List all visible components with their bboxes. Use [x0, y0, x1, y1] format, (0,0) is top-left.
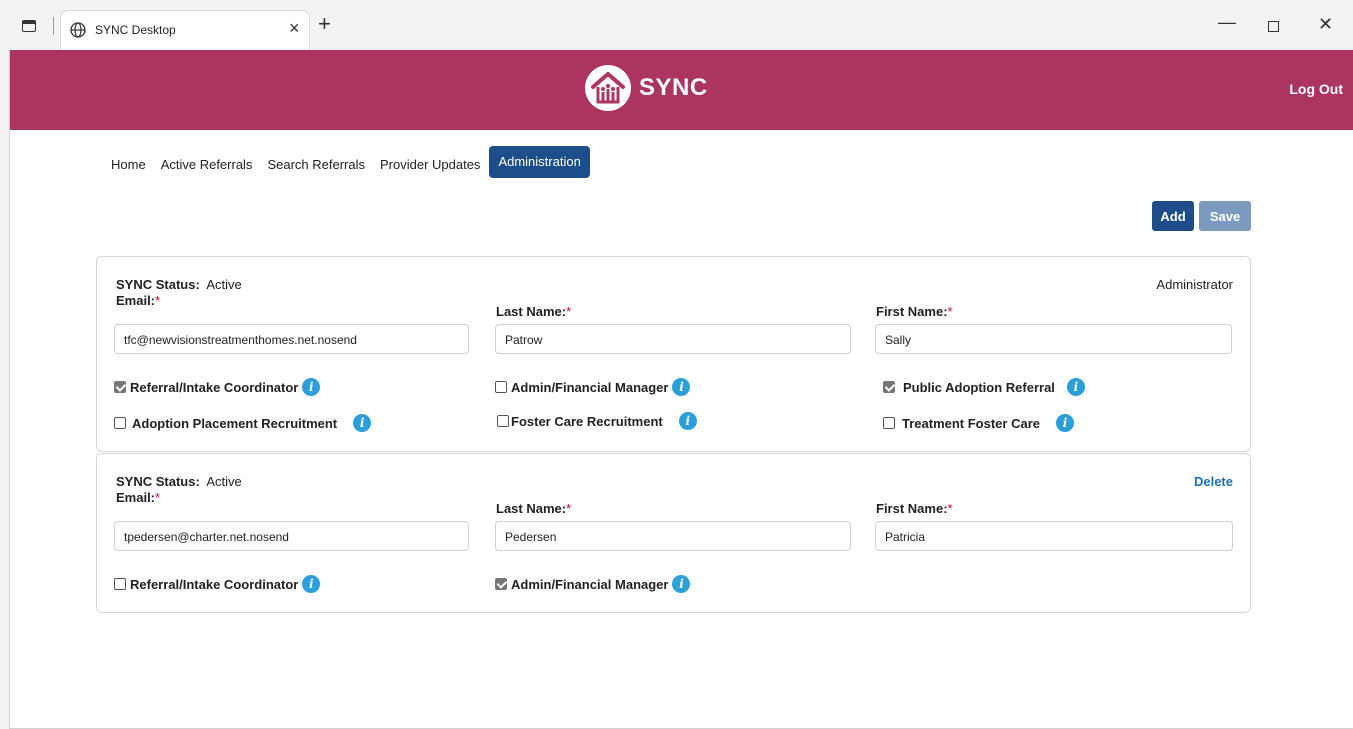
- role-label-text: Adoption Placement Recruitment: [132, 415, 338, 431]
- checkbox[interactable]: [883, 381, 895, 393]
- role-label-text: Referral/Intake Coordinator: [130, 379, 299, 395]
- checkbox[interactable]: [114, 381, 126, 393]
- main-nav: Home Active Referrals Search Referrals P…: [111, 146, 590, 180]
- role-label-text: Foster Care Recruitment: [511, 413, 663, 429]
- checkbox[interactable]: [114, 578, 126, 590]
- first-name-label: First Name:*: [876, 501, 953, 516]
- checkbox[interactable]: [495, 381, 507, 393]
- sync-status: SYNC Status: Active: [116, 277, 242, 292]
- first-name-field[interactable]: Sally: [875, 324, 1232, 354]
- info-icon[interactable]: i: [302, 378, 321, 396]
- house-logo-icon: [585, 65, 631, 111]
- info-icon[interactable]: i: [672, 575, 691, 593]
- role-label-text: Referral/Intake Coordinator: [130, 576, 299, 592]
- tab-title: SYNC Desktop: [95, 23, 176, 37]
- last-name-label: Last Name:*: [496, 304, 572, 319]
- add-button[interactable]: Add: [1152, 201, 1194, 231]
- logo: SYNC: [585, 64, 708, 112]
- role-admin-financial[interactable]: Admin/Financial Manager i: [495, 575, 691, 593]
- delete-link[interactable]: Delete: [1194, 474, 1233, 489]
- nav-search-referrals[interactable]: Search Referrals: [267, 157, 365, 172]
- last-name-label: Last Name:*: [496, 501, 572, 516]
- checkbox[interactable]: [883, 417, 895, 429]
- email-field[interactable]: tpedersen@charter.net.nosend: [114, 521, 469, 551]
- info-icon[interactable]: i: [678, 412, 697, 430]
- info-icon[interactable]: i: [302, 575, 321, 593]
- close-tab-icon[interactable]: ×: [289, 19, 300, 37]
- sync-status: SYNC Status: Active: [116, 474, 242, 489]
- role-treatment-foster-care[interactable]: Treatment Foster Care i: [883, 414, 1074, 432]
- window-edge: [0, 50, 10, 729]
- last-name-field[interactable]: Pedersen: [495, 521, 851, 551]
- role-label-text: Treatment Foster Care: [902, 415, 1040, 431]
- email-label: Email:*: [116, 490, 161, 505]
- role-referral-intake[interactable]: Referral/Intake Coordinator i: [114, 378, 321, 396]
- checkbox[interactable]: [495, 578, 507, 590]
- nav-administration[interactable]: Administration: [489, 146, 590, 178]
- browser-titlebar: SYNC Desktop × + — ✕: [0, 0, 1353, 50]
- info-icon[interactable]: i: [1066, 378, 1085, 396]
- sync-status-value: Active: [206, 474, 242, 489]
- sidebar-toggle-icon[interactable]: [22, 20, 36, 32]
- email-label: Email:*: [116, 293, 161, 308]
- checkbox[interactable]: [497, 415, 509, 427]
- role-referral-intake[interactable]: Referral/Intake Coordinator i: [114, 575, 321, 593]
- user-card: SYNC Status: Active Administrator Email:…: [96, 256, 1251, 452]
- new-tab-icon[interactable]: +: [318, 13, 331, 35]
- sync-status-value: Active: [206, 277, 242, 292]
- nav-active-referrals[interactable]: Active Referrals: [161, 157, 253, 172]
- logout-link[interactable]: Log Out: [1289, 81, 1343, 97]
- role-label-text: Admin/Financial Manager: [511, 379, 669, 395]
- sync-status-label: SYNC Status:: [116, 474, 200, 489]
- email-field[interactable]: tfc@newvisionstreatmenthomes.net.nosend: [114, 324, 469, 354]
- titlebar-divider: [53, 17, 54, 35]
- info-icon[interactable]: i: [1056, 414, 1074, 432]
- first-name-label: First Name:*: [876, 304, 953, 319]
- role-label: Administrator: [1156, 277, 1233, 292]
- last-name-field[interactable]: Patrow: [495, 324, 851, 354]
- app-title: SYNC: [639, 74, 708, 101]
- maximize-icon[interactable]: [1268, 21, 1279, 32]
- globe-icon: [70, 22, 86, 38]
- role-admin-financial[interactable]: Admin/Financial Manager i: [495, 378, 691, 396]
- checkbox[interactable]: [114, 417, 126, 429]
- first-name-field[interactable]: Patricia: [875, 521, 1233, 551]
- role-label-text: Public Adoption Referral: [903, 379, 1055, 395]
- browser-tab[interactable]: SYNC Desktop ×: [60, 10, 310, 50]
- save-button[interactable]: Save: [1199, 201, 1251, 231]
- sync-status-label: SYNC Status:: [116, 277, 200, 292]
- info-icon[interactable]: i: [353, 414, 372, 432]
- user-card: SYNC Status: Active Delete Email:* Last …: [96, 453, 1251, 613]
- role-public-adoption[interactable]: Public Adoption Referral i: [883, 378, 1085, 396]
- role-adoption-placement[interactable]: Adoption Placement Recruitment i: [114, 414, 372, 432]
- close-window-icon[interactable]: ✕: [1318, 14, 1333, 35]
- role-foster-care-recruitment[interactable]: Foster Care Recruitment i: [497, 412, 697, 430]
- nav-provider-updates[interactable]: Provider Updates: [380, 157, 480, 172]
- app-header: SYNC Log Out: [10, 50, 1353, 130]
- nav-home[interactable]: Home: [111, 157, 146, 172]
- minimize-icon[interactable]: —: [1218, 12, 1236, 33]
- role-label-text: Admin/Financial Manager: [511, 576, 669, 592]
- info-icon[interactable]: i: [672, 378, 691, 396]
